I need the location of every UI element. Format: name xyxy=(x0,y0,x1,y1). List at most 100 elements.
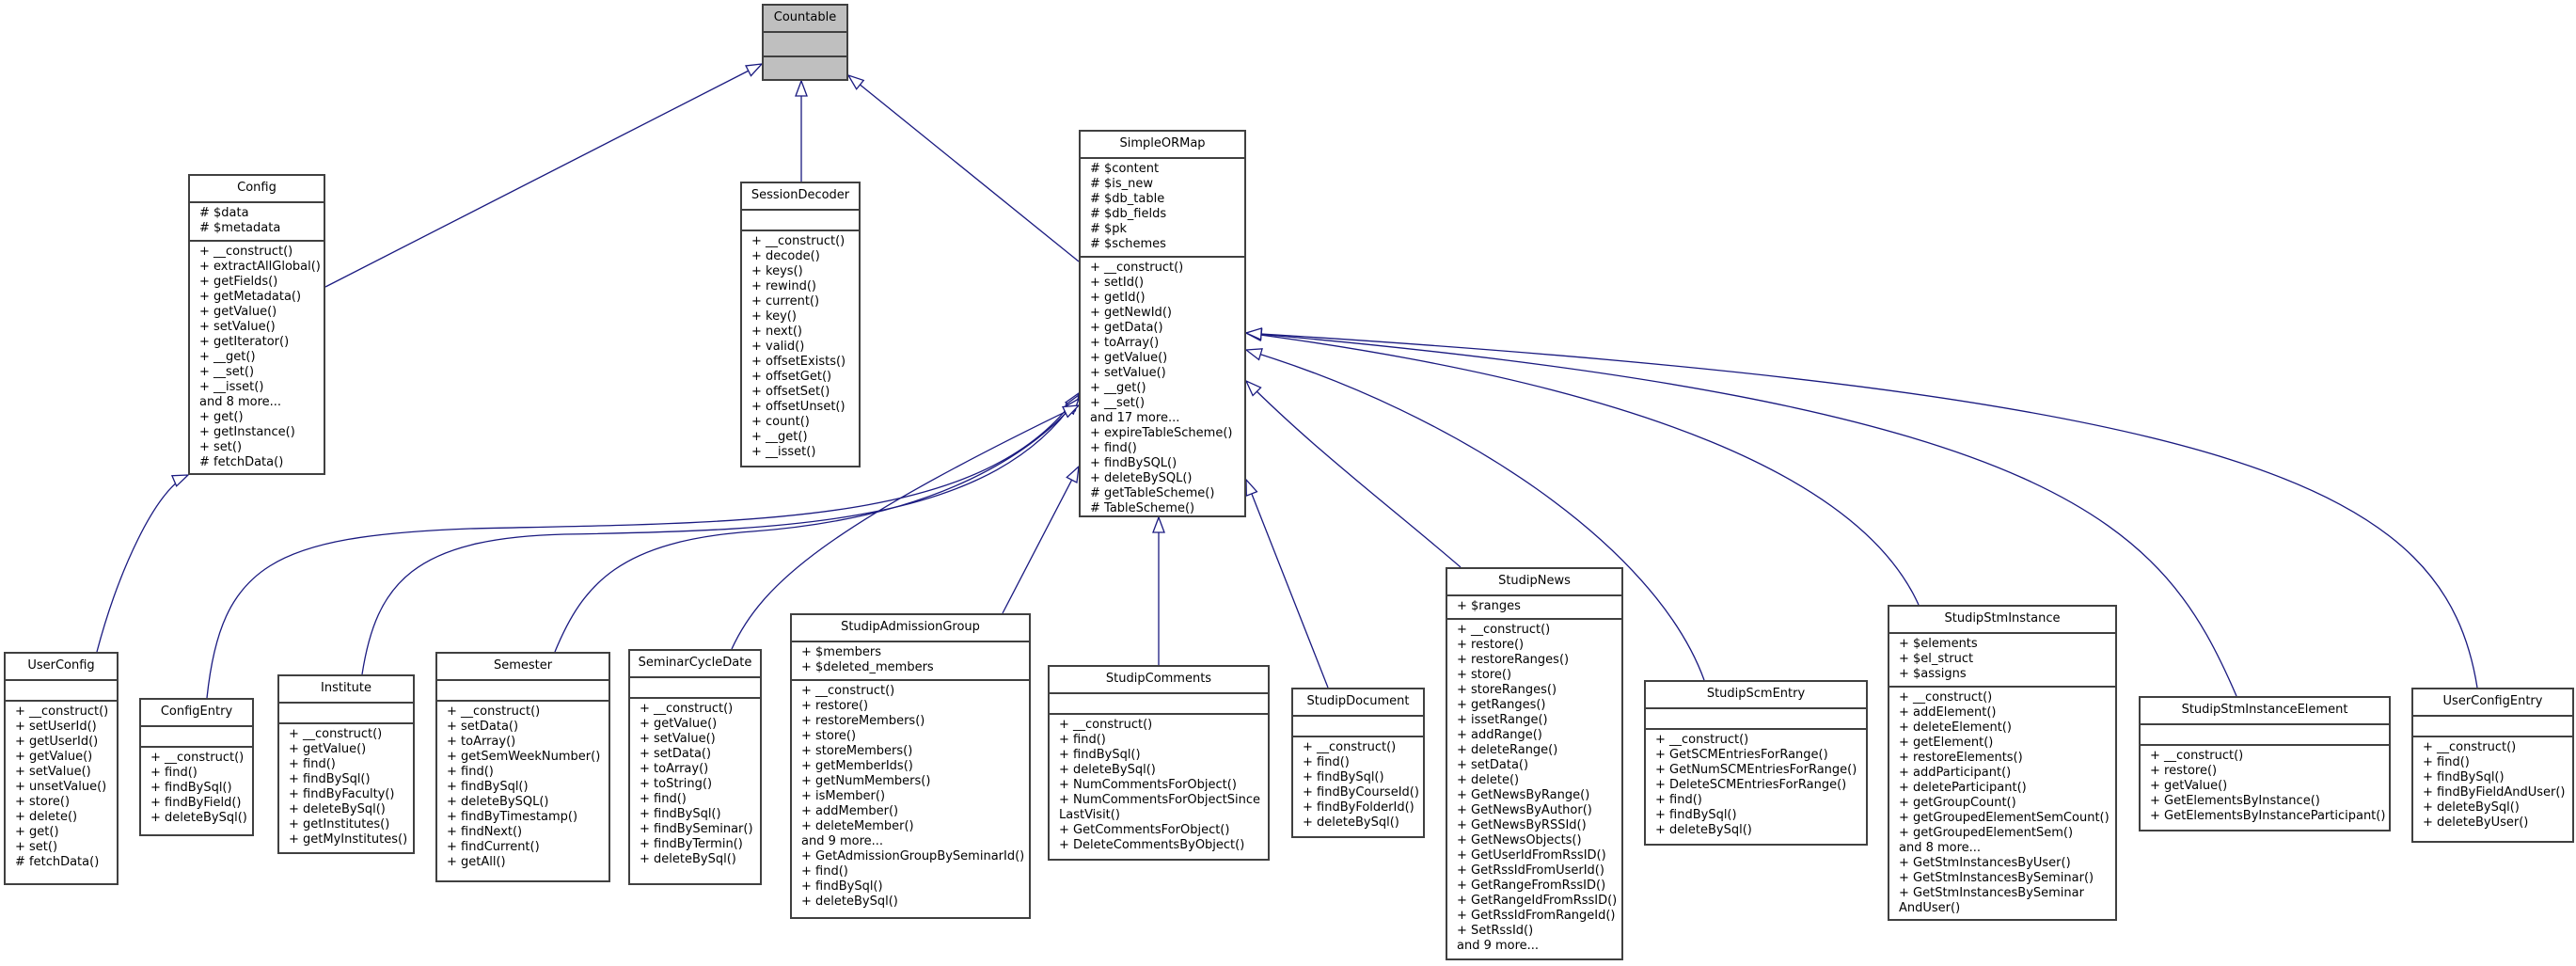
operation: + store() xyxy=(15,795,71,809)
class-box-studip-stm-instance[interactable]: StudipStmInstance + $elements + $el_struct… xyxy=(1888,605,2117,921)
more-members-link[interactable]: and 8 more... xyxy=(1899,841,2106,856)
operation: + expireTableScheme() xyxy=(1090,426,1233,440)
operation: + extractAllGlobal() xyxy=(199,260,321,274)
operation: + __construct() xyxy=(751,234,845,248)
operation: + findByField() xyxy=(150,796,242,810)
operation: + find() xyxy=(801,864,848,879)
attributes-section xyxy=(437,681,608,702)
class-box-studip-comments[interactable]: StudipComments + __construct() + find() + f… xyxy=(1048,665,1270,861)
class-box-institute[interactable]: Institute + __construct() + getValue() + fi… xyxy=(277,674,415,854)
attributes-section xyxy=(6,681,117,702)
operation: + getNewId() xyxy=(1090,306,1172,320)
operation: + store() xyxy=(801,729,857,743)
operation: + GetSCMEntriesForRange() xyxy=(1655,748,1828,762)
operation: + deleteBySql() xyxy=(801,895,898,909)
operations-section: + __construct() + setUserId() + getUserId(… xyxy=(6,702,117,876)
operation: + decode() xyxy=(751,249,820,263)
operation: + __get() xyxy=(1090,381,1146,395)
operation: + setValue() xyxy=(640,732,716,746)
operations-section: + __construct() + find() + findBySql() + fi… xyxy=(1293,737,1423,836)
operation: + toArray() xyxy=(640,762,709,776)
attribute: # $db_table xyxy=(1090,192,1165,206)
operation: + isMember() xyxy=(801,789,886,803)
class-box-user-config[interactable]: UserConfig + __construct() + setUserId() + … xyxy=(4,652,119,885)
more-members-link[interactable]: and 9 more... xyxy=(801,834,1019,849)
operation: + storeRanges() xyxy=(1457,683,1557,697)
operation: + addRange() xyxy=(1457,728,1542,742)
operation: + __construct() xyxy=(199,245,293,259)
operation: # fetchData() xyxy=(15,855,100,869)
attributes-section xyxy=(742,211,859,231)
class-box-simple-or-map[interactable]: SimpleORMap # $content # $is_new # $db_tabl… xyxy=(1079,130,1246,517)
class-name: Institute xyxy=(279,676,413,704)
operation: + find() xyxy=(1059,733,1106,747)
operation: + getValue() xyxy=(289,742,367,756)
operation: + restore() xyxy=(801,699,869,713)
attribute: # $schemes xyxy=(1090,237,1166,251)
more-members-link[interactable]: and 8 more... xyxy=(199,395,314,410)
operation: + __construct() xyxy=(15,705,109,719)
operation: + find() xyxy=(1090,441,1137,455)
operation: + deleteParticipant() xyxy=(1899,781,2027,795)
class-box-config[interactable]: Config # $data # $metadata + __construct() +… xyxy=(188,174,325,475)
class-name: StudipNews xyxy=(1447,569,1621,596)
class-box-studip-document[interactable]: StudipDocument + __construct() + find() + f… xyxy=(1291,688,1425,838)
class-name: ConfigEntry xyxy=(141,700,252,727)
operation: + restoreRanges() xyxy=(1457,653,1570,667)
inheritance-edge-user-config xyxy=(96,474,189,653)
operation: + deleteBySQL() xyxy=(1090,471,1193,485)
inheritance-edge-studip-news xyxy=(1245,380,1462,568)
operation: + __construct() xyxy=(1655,733,1749,747)
inheritance-arrowhead-icon xyxy=(1244,348,1263,361)
operation: + find() xyxy=(150,766,198,780)
operation: + findByFaculty() xyxy=(289,787,395,801)
operation: + NumCommentsForObject() xyxy=(1059,778,1237,792)
attributes-section xyxy=(2413,717,2572,737)
operation: + count() xyxy=(751,415,810,429)
operation: AndUser() xyxy=(1899,901,1961,915)
operation: + toString() xyxy=(640,777,713,791)
class-box-studip-admission-group[interactable]: StudipAdmissionGroup + $members + $deleted… xyxy=(790,613,1031,919)
operation: + setValue() xyxy=(1090,366,1166,380)
operation: + getRanges() xyxy=(1457,698,1546,712)
attributes-section xyxy=(1050,694,1268,715)
class-box-seminar-cycle-date[interactable]: SeminarCycleDate + __construct() + getValu… xyxy=(628,649,762,885)
operation: + getValue() xyxy=(1090,351,1168,365)
operation: + delete() xyxy=(15,810,78,824)
operation: + find() xyxy=(2423,755,2470,769)
attributes-section: + $members + $deleted_members xyxy=(792,642,1029,681)
operation: + offsetGet() xyxy=(751,370,832,384)
class-box-session-decoder[interactable]: SessionDecoder + __construct() + decode() +… xyxy=(740,182,861,467)
operation: + getValue() xyxy=(199,305,277,319)
operation: + getGroupedElementSem() xyxy=(1899,826,2074,840)
class-box-studip-news[interactable]: StudipNews + $ranges + __construct() + rest… xyxy=(1446,567,1623,960)
attributes-section xyxy=(2141,725,2389,746)
more-members-link[interactable]: and 9 more... xyxy=(1457,939,1612,954)
operation: + getNumMembers() xyxy=(801,774,931,788)
class-box-config-entry[interactable]: ConfigEntry + __construct() + find() + find… xyxy=(139,698,254,836)
class-name: UserConfigEntry xyxy=(2413,689,2572,717)
attributes-section: + $ranges xyxy=(1447,596,1621,620)
operation: + GetRssIdFromUserId() xyxy=(1457,863,1604,878)
attributes-section: + $elements + $el_struct + $assigns xyxy=(1889,634,2115,688)
class-name: SeminarCycleDate xyxy=(630,651,760,678)
class-box-studip-stm-instance-element[interactable]: StudipStmInstanceElement + __construct() +… xyxy=(2139,696,2391,831)
class-box-semester[interactable]: Semester + __construct() + setData() + toAr… xyxy=(435,652,610,882)
class-box-user-config-entry[interactable]: UserConfigEntry + __construct() + find() + … xyxy=(2411,688,2574,843)
attribute: # $pk xyxy=(1090,222,1128,236)
operation: + getSemWeekNumber() xyxy=(447,750,601,764)
operation: + offsetExists() xyxy=(751,355,846,369)
operations-section: + __construct() + find() + findBySql() + de… xyxy=(1050,715,1268,859)
operations-section: + __construct() + find() + findBySql() + fi… xyxy=(2413,737,2572,836)
attributes-section xyxy=(1293,717,1423,737)
operation: + GetCommentsForObject() xyxy=(1059,823,1230,837)
class-box-studip-scm-entry[interactable]: StudipScmEntry + __construct() + GetSCMEnt… xyxy=(1644,680,1868,846)
attribute: + $members xyxy=(801,645,881,659)
more-members-link[interactable]: and 17 more... xyxy=(1090,411,1235,426)
class-box-countable[interactable]: Countable xyxy=(762,4,848,81)
operation: + restoreMembers() xyxy=(801,714,925,728)
operation: + getIterator() xyxy=(199,335,290,349)
operation: + get() xyxy=(199,410,244,424)
operation: + set() xyxy=(15,840,58,854)
attribute: + $assigns xyxy=(1899,667,1967,681)
